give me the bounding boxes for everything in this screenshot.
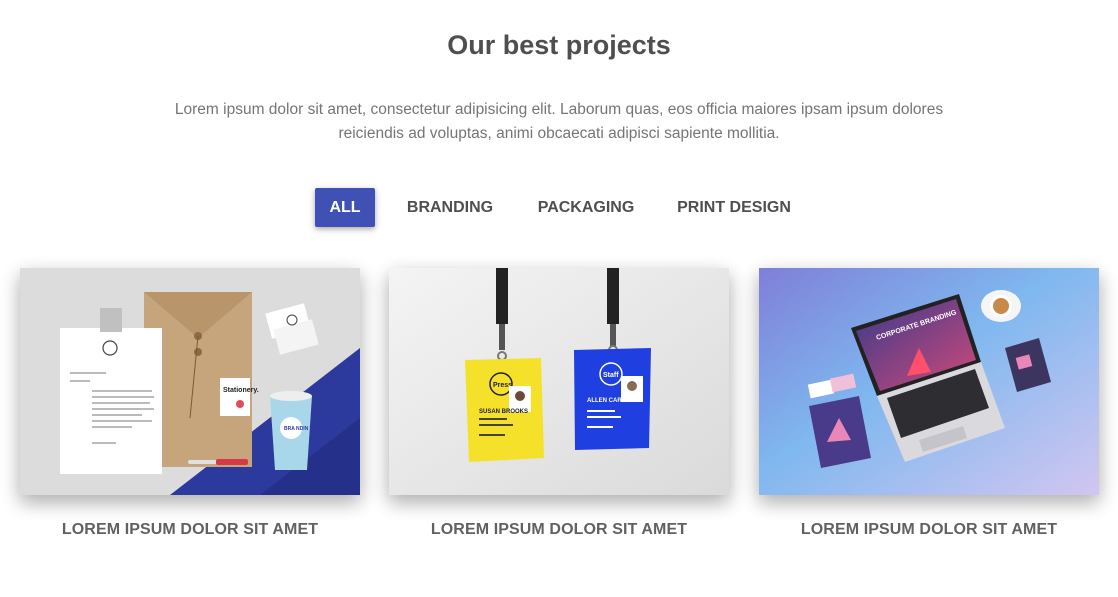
filter-bar: ALL BRANDING PACKAGING PRINT DESIGN [0, 188, 1118, 228]
project-image-laptop-branding[interactable]: CORPORATE BRANDING [759, 268, 1099, 495]
filter-all-button[interactable]: ALL [315, 188, 375, 227]
badge-staff-name: ALLEN CARTER [587, 398, 634, 404]
section-title: Our best projects [447, 30, 671, 60]
badge-press-name: SUSAN BROOKS [479, 409, 528, 415]
stationery-tag-text: Stationery. [223, 387, 259, 394]
badge-staff-role: Staff [603, 372, 619, 379]
project-caption[interactable]: LOREM IPSUM DOLOR SIT AMET [20, 521, 360, 539]
project-caption[interactable]: LOREM IPSUM DOLOR SIT AMET [759, 521, 1099, 539]
project-card[interactable]: Press SUSAN BROOKS Staff ALLEN CARTER LO… [389, 268, 729, 539]
project-caption[interactable]: LOREM IPSUM DOLOR SIT AMET [389, 521, 729, 539]
filter-packaging-button[interactable]: PACKAGING [526, 188, 646, 227]
description-line-2: reiciendis ad voluptas, animi obcaecati … [338, 125, 780, 142]
project-card[interactable]: CORPORATE BRANDING LOREM IPSUM DOLOR SIT… [759, 268, 1099, 539]
filter-branding-button[interactable]: BRANDING [396, 188, 504, 227]
project-image-id-badges[interactable]: Press SUSAN BROOKS Staff ALLEN CARTER [389, 268, 729, 495]
description-line-1: Lorem ipsum dolor sit amet, consectetur … [174, 101, 944, 118]
section-description: Lorem ipsum dolor sit amet, consectetur … [159, 98, 959, 146]
filter-print-design-button[interactable]: PRINT DESIGN [667, 188, 801, 227]
project-image-stationery[interactable]: Stationery. BRA NDIN UTS [20, 268, 360, 495]
project-card[interactable]: Stationery. BRA NDIN UTS LOREM IPSUM DOL… [20, 268, 360, 539]
cup-logo-text: BRA NDIN UTS [284, 426, 320, 432]
